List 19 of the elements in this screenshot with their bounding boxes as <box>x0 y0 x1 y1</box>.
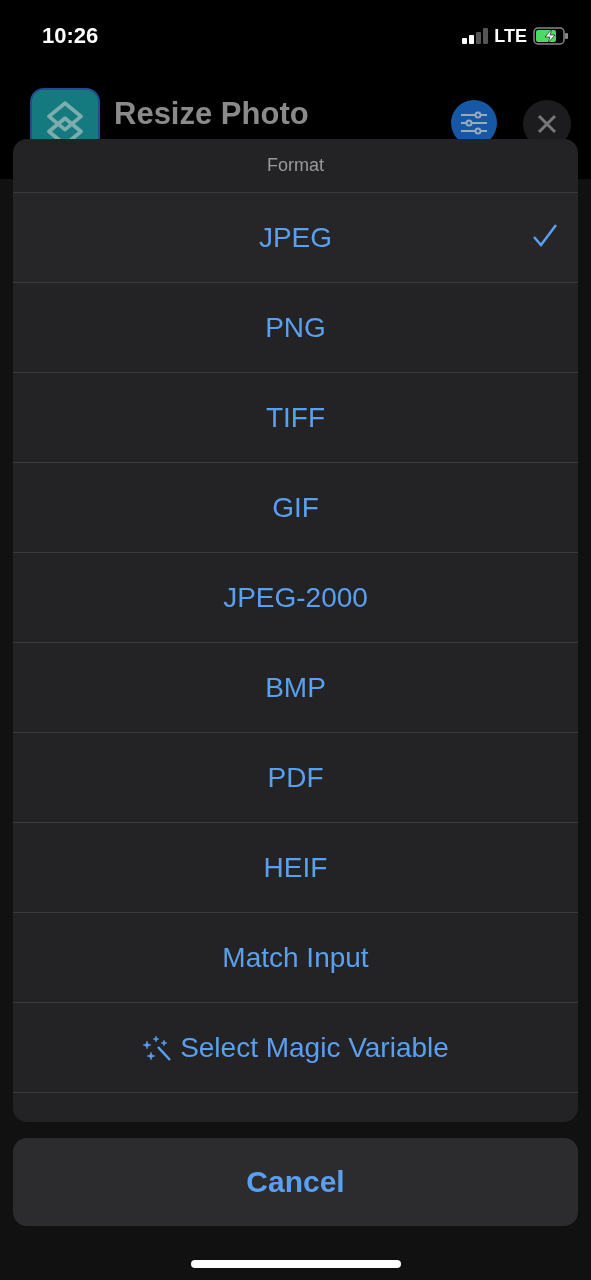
signal-icon <box>462 28 489 44</box>
network-label: LTE <box>494 25 527 47</box>
sheet-title: Format <box>267 155 324 176</box>
format-option[interactable]: GIF <box>13 463 578 553</box>
magic-variable-option[interactable]: Select Magic Variable <box>142 1031 449 1064</box>
shortcut-title: Resize Photo <box>114 96 310 132</box>
status-time: 10:26 <box>42 23 99 49</box>
battery-icon <box>533 27 569 45</box>
format-option[interactable]: HEIF <box>13 823 578 913</box>
format-option[interactable]: JPEG-2000 <box>13 553 578 643</box>
format-option[interactable]: PDF <box>13 733 578 823</box>
cancel-button[interactable]: Cancel <box>13 1138 578 1226</box>
close-icon <box>537 114 557 134</box>
format-option[interactable]: BMP <box>13 643 578 733</box>
format-option[interactable]: Match Input <box>13 913 578 1003</box>
magic-wand-icon <box>142 1034 173 1061</box>
format-option[interactable]: TIFF <box>13 373 578 463</box>
format-option[interactable]: PNG <box>13 283 578 373</box>
sliders-icon <box>460 111 488 135</box>
